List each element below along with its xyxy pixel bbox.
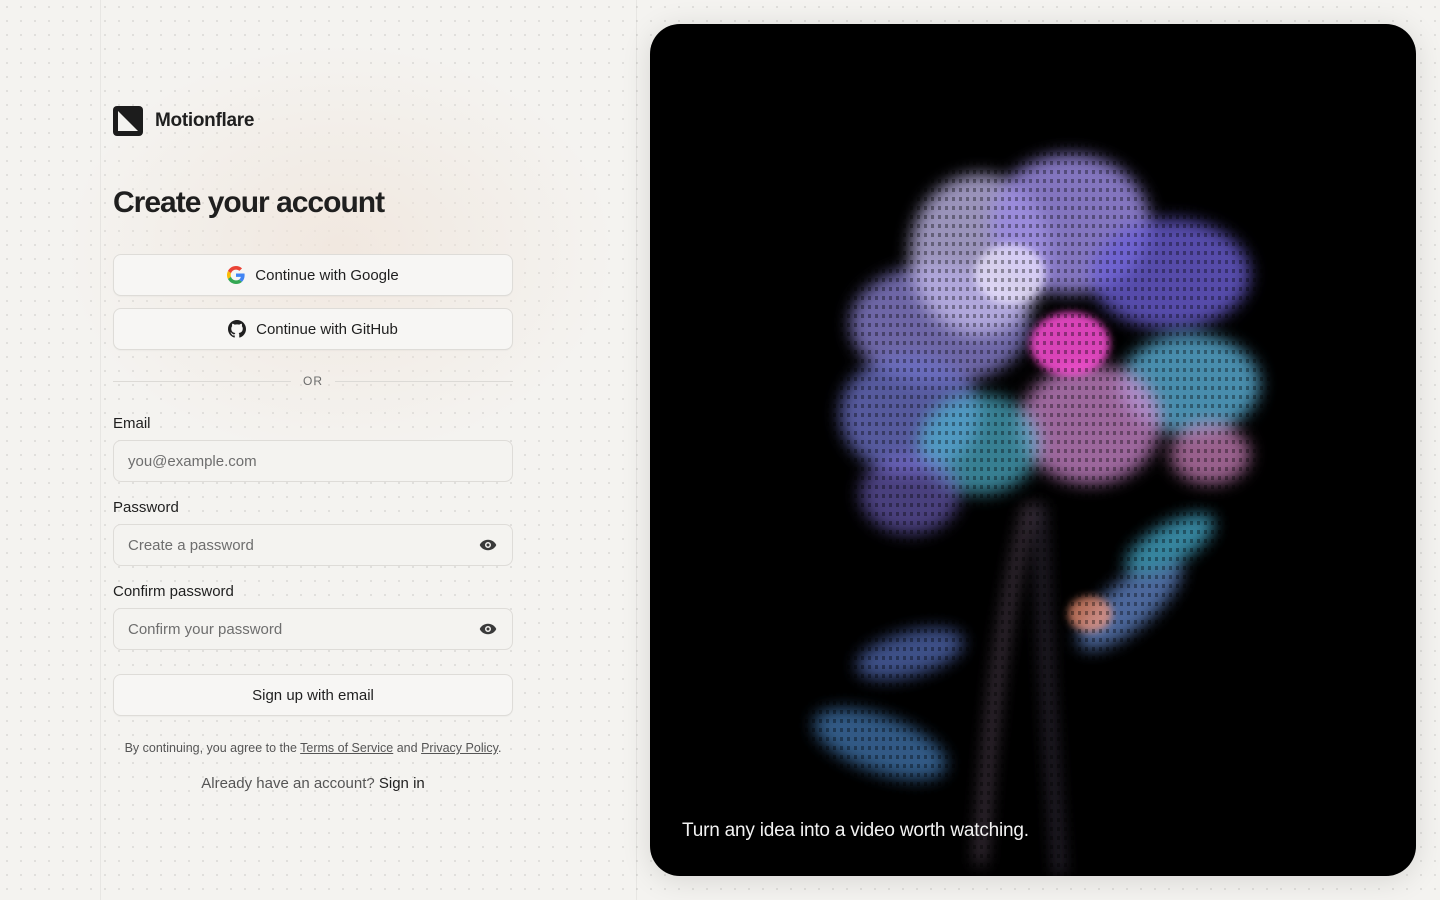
eye-icon xyxy=(479,539,497,551)
eye-icon xyxy=(479,623,497,635)
terms-of-service-link[interactable]: Terms of Service xyxy=(300,741,393,755)
hero-caption: Turn any idea into a video worth watchin… xyxy=(682,820,1029,841)
google-icon xyxy=(227,266,245,284)
continue-with-github-button[interactable]: Continue with GitHub xyxy=(113,308,513,350)
hero-panel: Turn any idea into a video worth watchin… xyxy=(650,24,1416,876)
privacy-policy-link[interactable]: Privacy Policy xyxy=(421,741,498,755)
confirm-password-label: Confirm password xyxy=(113,583,234,600)
legal-suffix: . xyxy=(497,741,502,755)
sign-up-with-email-button[interactable]: Sign up with email xyxy=(113,674,513,716)
email-label: Email xyxy=(113,415,151,432)
legal-notice: By continuing, you agree to the Terms of… xyxy=(113,741,513,755)
divider-line xyxy=(335,380,513,382)
or-divider: OR xyxy=(113,372,513,390)
email-input[interactable] xyxy=(128,452,498,470)
github-button-label: Continue with GitHub xyxy=(256,320,398,338)
page-title: Create your account xyxy=(113,186,385,219)
google-button-label: Continue with Google xyxy=(255,266,399,284)
password-input[interactable] xyxy=(128,536,478,554)
brand[interactable]: Motionflare xyxy=(113,106,254,136)
github-icon xyxy=(228,320,247,338)
signin-prompt-text: Already have an account? xyxy=(201,775,375,792)
ascii-flower-artwork xyxy=(650,24,1416,876)
sign-in-link[interactable]: Sign in xyxy=(379,775,425,792)
divider-text: OR xyxy=(303,374,323,388)
brand-name: Motionflare xyxy=(155,110,255,131)
legal-conjunction: and xyxy=(396,741,418,755)
legal-prefix: By continuing, you agree to the xyxy=(124,741,297,755)
divider-line xyxy=(113,380,291,382)
password-field-wrapper xyxy=(113,524,513,566)
layout-guide-line xyxy=(636,0,637,900)
show-password-eye-icon[interactable] xyxy=(478,535,498,555)
email-field-wrapper xyxy=(113,440,513,482)
password-label: Password xyxy=(113,499,179,516)
continue-with-google-button[interactable]: Continue with Google xyxy=(113,254,513,296)
sign-up-button-label: Sign up with email xyxy=(252,686,374,704)
confirm-password-input[interactable] xyxy=(128,620,478,638)
signin-prompt: Already have an account? Sign in xyxy=(113,775,513,792)
signup-panel: Motionflare Create your account Continue… xyxy=(113,0,513,900)
confirm-password-field-wrapper xyxy=(113,608,513,650)
layout-guide-line xyxy=(100,0,101,900)
show-confirm-password-eye-icon[interactable] xyxy=(478,619,498,639)
motionflare-logo-icon xyxy=(113,106,143,136)
